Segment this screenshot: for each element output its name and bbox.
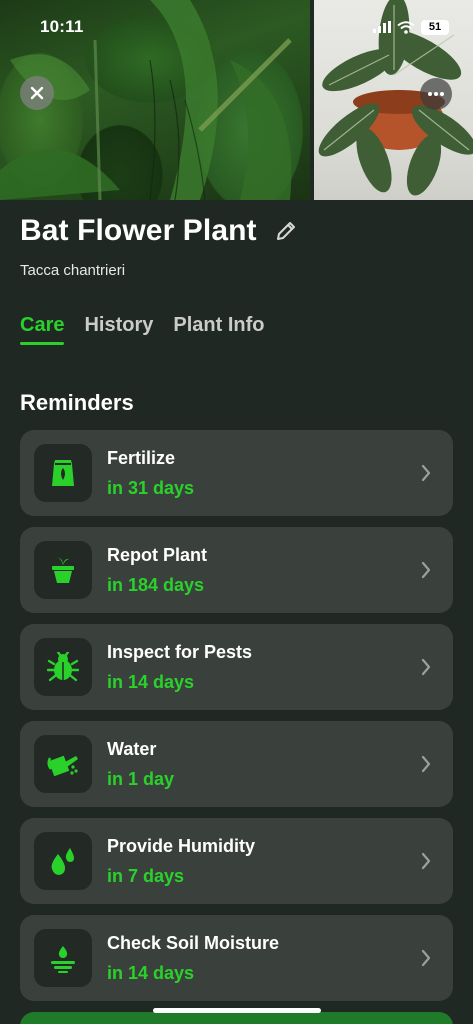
soil-moisture-icon bbox=[51, 946, 75, 973]
reminder-title: Water bbox=[107, 738, 157, 759]
reminder-fertilize[interactable]: Fertilize in 31 days bbox=[20, 430, 453, 516]
reminder-check-soil-moisture[interactable]: Check Soil Moisture in 14 days bbox=[20, 915, 453, 1001]
water-drops-icon bbox=[51, 848, 74, 875]
more-icon bbox=[428, 92, 444, 96]
reminder-icon-tile bbox=[34, 832, 92, 890]
wifi-icon bbox=[397, 20, 415, 34]
reminder-due: in 14 days bbox=[107, 671, 195, 692]
chevron-right-icon bbox=[421, 658, 431, 676]
reminder-title: Fertilize bbox=[107, 447, 176, 468]
cellular-signal-icon bbox=[373, 21, 391, 33]
edit-name-button[interactable] bbox=[273, 218, 299, 244]
header-photos: 10:11 51 bbox=[0, 0, 473, 200]
tab-plant-info[interactable]: Plant Info bbox=[173, 314, 264, 345]
plant-title-row: Bat Flower Plant bbox=[20, 214, 299, 248]
status-bar: 10:11 51 bbox=[0, 0, 473, 54]
chevron-right-icon bbox=[421, 464, 431, 482]
fertilizer-bag-icon bbox=[52, 460, 74, 486]
reminder-due: in 184 days bbox=[107, 574, 205, 595]
bug-icon bbox=[47, 652, 79, 682]
reminders-heading: Reminders bbox=[20, 390, 134, 415]
chevron-right-icon bbox=[421, 949, 431, 967]
reminder-icon-tile bbox=[34, 638, 92, 696]
status-icons: 51 bbox=[373, 19, 449, 35]
chevron-right-icon bbox=[421, 561, 431, 579]
plant-pot-icon bbox=[52, 557, 74, 583]
reminder-icon-tile bbox=[34, 929, 92, 987]
tab-bar: Care History Plant Info bbox=[20, 314, 265, 345]
reminder-icon-tile bbox=[34, 444, 92, 502]
reminder-due: in 14 days bbox=[107, 962, 195, 983]
tab-care[interactable]: Care bbox=[20, 314, 65, 345]
pencil-icon bbox=[276, 222, 295, 240]
reminder-repot-plant[interactable]: Repot Plant in 184 days bbox=[20, 527, 453, 613]
reminder-provide-humidity[interactable]: Provide Humidity in 7 days bbox=[20, 818, 453, 904]
bottom-action-button[interactable] bbox=[20, 1012, 453, 1024]
tab-history[interactable]: History bbox=[84, 314, 153, 345]
reminder-icon-tile bbox=[34, 541, 92, 599]
battery-indicator: 51 bbox=[421, 19, 449, 35]
plant-scientific-name: Tacca chantrieri bbox=[20, 262, 126, 279]
reminder-water[interactable]: Water in 1 day bbox=[20, 721, 453, 807]
reminder-title: Inspect for Pests bbox=[107, 641, 253, 662]
reminder-title: Repot Plant bbox=[107, 544, 208, 565]
reminder-due: in 7 days bbox=[107, 865, 185, 886]
reminder-due: in 1 day bbox=[107, 768, 175, 789]
chevron-right-icon bbox=[421, 852, 431, 870]
reminders-list: Fertilize in 31 days Repot Plant in 184 … bbox=[20, 430, 453, 1012]
more-options-button[interactable] bbox=[420, 78, 452, 110]
watering-can-icon bbox=[47, 755, 78, 777]
close-button[interactable] bbox=[20, 76, 54, 110]
reminder-inspect-for-pests[interactable]: Inspect for Pests in 14 days bbox=[20, 624, 453, 710]
reminder-icon-tile bbox=[34, 735, 92, 793]
home-indicator bbox=[153, 1008, 321, 1013]
reminder-title: Provide Humidity bbox=[107, 835, 256, 856]
reminder-title: Check Soil Moisture bbox=[107, 932, 280, 953]
reminder-due: in 31 days bbox=[107, 477, 195, 498]
status-time: 10:11 bbox=[40, 17, 84, 36]
close-icon bbox=[30, 86, 44, 100]
plant-name: Bat Flower Plant bbox=[20, 214, 257, 247]
chevron-right-icon bbox=[421, 755, 431, 773]
